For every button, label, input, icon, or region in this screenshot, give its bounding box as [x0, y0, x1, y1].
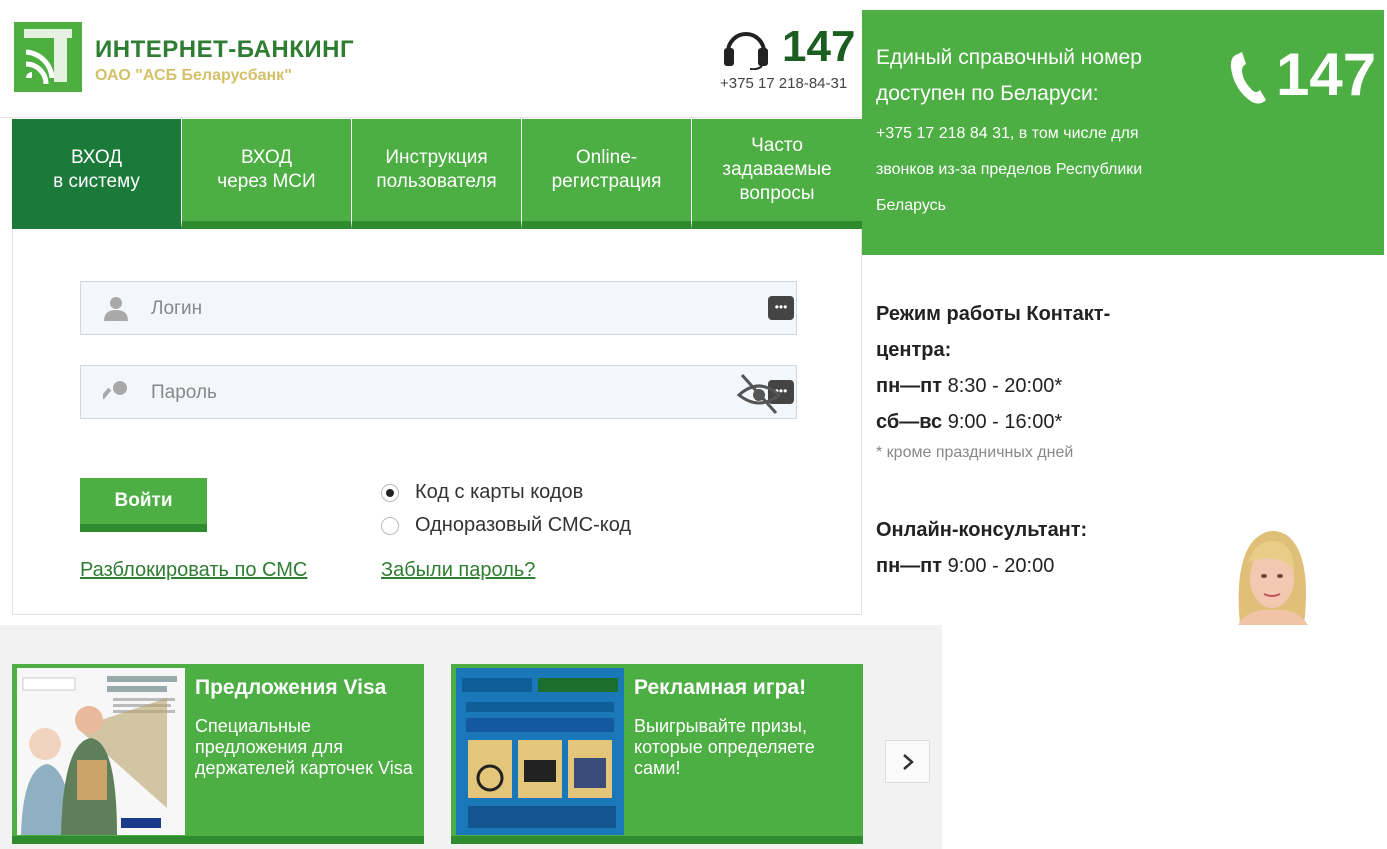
promo-visa-image [17, 668, 185, 835]
option-code-card[interactable]: Код с карты кодов [381, 481, 583, 504]
main-nav: ВХОД в систему ВХОД через МСИ Инструкция по… [12, 119, 862, 241]
helpline-box: Единый справочный номер доступен по Бела… [862, 10, 1384, 255]
tab-label: через МСИ [217, 171, 316, 192]
tab-label: в систему [53, 171, 140, 192]
next-slide-button[interactable] [885, 740, 930, 783]
tab-label: пользователя [376, 171, 497, 192]
hours-note: * кроме праздничных дней [876, 444, 1074, 461]
option-label: Одноразовый СМС-код [415, 514, 632, 536]
promo-game[interactable]: Рекламная игра! Выигрывайте призы, котор… [451, 664, 863, 844]
hours-weekend: сб—вс 9:00 - 16:00* [876, 404, 1176, 440]
tab-label: ВХОД [240, 147, 293, 168]
promo-text: Выигрывайте призы, которые определяете с… [634, 716, 815, 778]
tab-label: регистрация [551, 171, 662, 192]
key-icon [103, 381, 127, 400]
eye-off-icon[interactable] [736, 371, 782, 415]
phone-icon [1230, 52, 1266, 104]
headset-icon [724, 32, 768, 70]
tab-login[interactable]: ВХОД в систему [12, 119, 182, 241]
contact-center-hours: Режим работы Контакт-центра: пн—пт 8:30 … [876, 296, 1176, 462]
consultant-days: пн—пт [876, 555, 943, 577]
short-number: 147 [782, 22, 856, 71]
password-input[interactable] [151, 378, 711, 408]
unlock-sms-link[interactable]: Разблокировать по СМС [80, 559, 307, 582]
promo-title: Предложения Visa [195, 676, 387, 699]
tab-label: вопросы [739, 183, 815, 204]
chevron-right-icon [902, 753, 914, 770]
tab-label: ВХОД [70, 147, 123, 168]
weekdays-label: пн—пт [876, 375, 943, 397]
helpline-short-number: 147 [1276, 41, 1377, 108]
consultant-time: 9:00 - 20:00 [947, 555, 1055, 577]
helpline-text: +375 17 218 84 31, в том числе для звонк… [876, 125, 1143, 214]
option-label: Код с карты кодов [415, 481, 584, 503]
tab-online-registration[interactable]: Online-регистрация [522, 119, 692, 229]
promo-game-image [456, 668, 624, 835]
header: ИНТЕРНЕТ-БАНКИНГ ОАО "АСБ Беларусбанк" 1… [0, 0, 862, 118]
hours-weekdays: пн—пт 8:30 - 20:00* [876, 368, 1176, 404]
tab-label: Online- [575, 147, 638, 168]
user-icon [104, 297, 128, 321]
login-input[interactable] [151, 294, 711, 324]
login-field-wrapper: ••• [80, 281, 797, 335]
bank-logo-icon [14, 22, 82, 92]
tab-label: задаваемые [722, 159, 832, 180]
forgot-password-link[interactable]: Забыли пароль? [381, 559, 535, 582]
hours-title: Режим работы Контакт-центра: [876, 303, 1111, 361]
consultant-avatar[interactable] [1218, 522, 1322, 625]
tab-user-guide[interactable]: Инструкция пользователя [352, 119, 522, 229]
password-manager-icon[interactable]: ••• [768, 296, 794, 320]
login-form: ••• ••• Войти Код с карты кодов Одноразо… [12, 229, 862, 615]
helpline-title: Единый справочный номер доступен по Бела… [876, 46, 1142, 105]
consultant-hours: пн—пт 9:00 - 20:00 [876, 548, 1176, 584]
promo-title: Рекламная игра! [634, 676, 807, 699]
logo-subtitle: ОАО "АСБ Беларусбанк" [95, 67, 292, 84]
radio-button[interactable] [381, 483, 399, 502]
tab-label: Инструкция [385, 147, 488, 168]
option-sms-code[interactable]: Одноразовый СМС-код [381, 514, 631, 537]
online-consultant: Онлайн-консультант: пн—пт 9:00 - 20:00 [876, 512, 1176, 584]
tab-login-msi[interactable]: ВХОД через МСИ [182, 119, 352, 229]
tab-label: Часто [751, 135, 803, 156]
header-phone: +375 17 218-84-31 [720, 75, 848, 92]
page: ИНТЕРНЕТ-БАНКИНГ ОАО "АСБ Беларусбанк" 1… [0, 0, 1387, 849]
weekdays-time: 8:30 - 20:00* [947, 375, 1063, 397]
weekend-time: 9:00 - 16:00* [947, 411, 1063, 433]
tab-faq[interactable]: Часто задаваемые вопросы [692, 119, 862, 229]
password-field-wrapper: ••• [80, 365, 797, 419]
promo-text: Специальные предложения для держателей к… [195, 716, 413, 778]
weekend-label: сб—вс [876, 411, 943, 433]
radio-button[interactable] [381, 516, 399, 535]
promo-visa[interactable]: Предложения Visa Специальные предложения… [12, 664, 424, 844]
logo-title: ИНТЕРНЕТ-БАНКИНГ [95, 36, 355, 63]
consultant-title: Онлайн-консультант: [876, 519, 1088, 541]
login-button[interactable]: Войти [80, 478, 207, 532]
